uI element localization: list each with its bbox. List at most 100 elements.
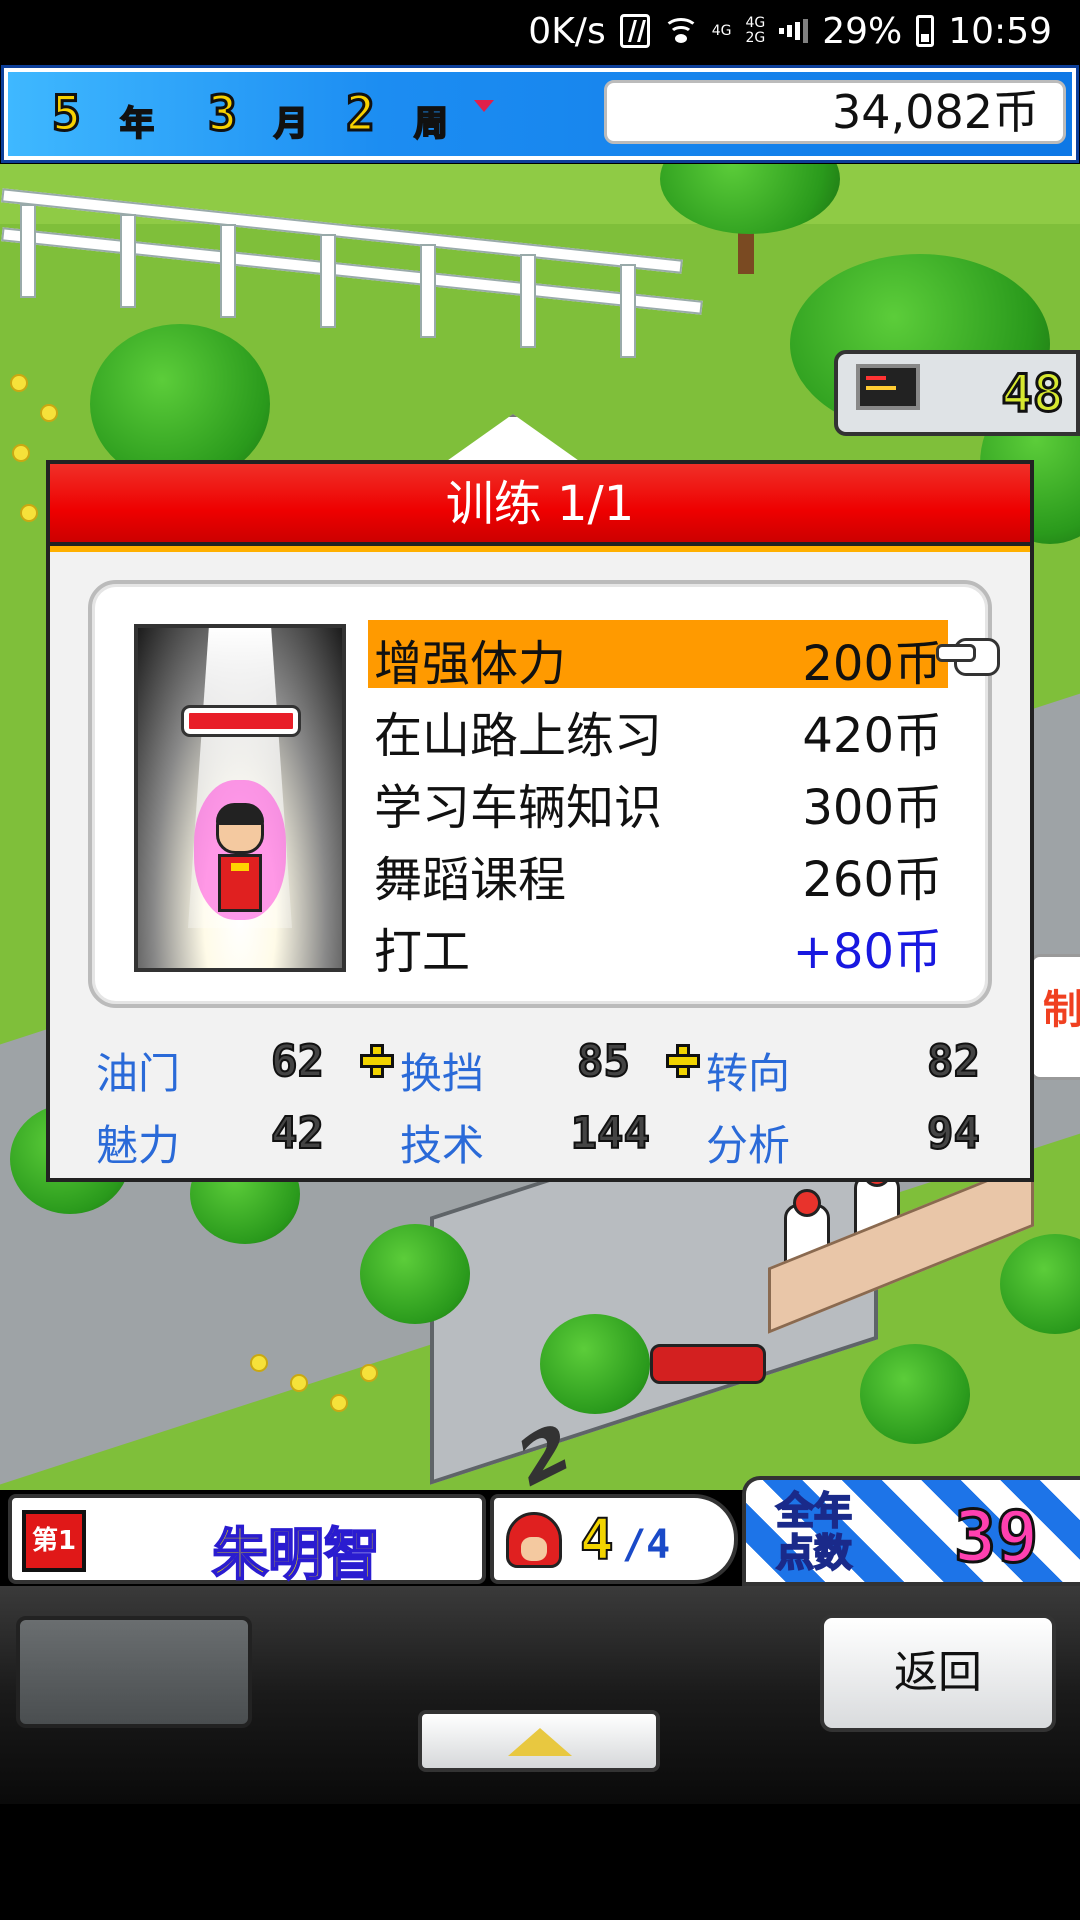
tree xyxy=(860,1344,970,1444)
fence-post xyxy=(520,254,536,348)
side-sign-char: 制 xyxy=(1043,987,1080,1033)
plus-icon xyxy=(360,1044,394,1078)
network-type: 4G xyxy=(711,22,732,39)
crew-max: /4 xyxy=(622,1522,671,1568)
clock: 10:59 xyxy=(948,10,1052,52)
training-option-cost: 260币 xyxy=(802,852,942,908)
month-unit: 月 xyxy=(273,103,309,145)
network-type-dual: 4G 2G xyxy=(745,16,765,46)
stat-label-throttle: 油门 xyxy=(96,1049,181,1098)
plus-icon xyxy=(666,1044,700,1078)
date-money-bar: 5 年 3 月 2 周 34,082币 xyxy=(4,68,1076,160)
net-speed: 0K/s xyxy=(528,10,606,52)
battery-percent: 29% xyxy=(822,10,903,52)
stat-value-throttle: 62 xyxy=(270,1035,325,1088)
crew-count: 4 xyxy=(579,1507,615,1574)
flower xyxy=(290,1374,308,1392)
heart-dropdown-icon[interactable] xyxy=(474,100,494,112)
battery-icon xyxy=(916,15,935,47)
annual-points-label-line2: 点数 xyxy=(775,1531,853,1575)
stat-label-charm: 魅力 xyxy=(96,1121,181,1170)
rank-badge: 第1 xyxy=(22,1510,86,1572)
driver-info-panel[interactable]: 第1 朱明智 xyxy=(8,1494,486,1589)
control-bar: 返回 xyxy=(0,1586,1080,1804)
network-label-1: 4G xyxy=(711,22,732,39)
flower xyxy=(10,374,28,392)
fence-post xyxy=(120,214,136,308)
week-unit: 周 xyxy=(413,103,449,145)
training-option-cost: 200币 xyxy=(802,636,942,692)
fence-post xyxy=(420,244,436,338)
pit-crew-panel[interactable]: 4 /4 xyxy=(490,1494,738,1584)
stat-value-gearshift: 85 xyxy=(576,1035,631,1088)
signal-icon xyxy=(779,18,809,44)
flower xyxy=(360,1364,378,1382)
training-menu-panel: 增强体力 200币 在山路上练习 420币 学习车辆知识 300币 舞蹈课程 2… xyxy=(88,580,1000,1008)
year-number: 5 xyxy=(51,85,83,144)
training-option-part-time-job[interactable]: 打工 +80币 xyxy=(368,908,948,980)
race-car xyxy=(650,1344,766,1384)
wifi-icon xyxy=(662,16,699,46)
training-option-dance[interactable]: 舞蹈课程 260币 xyxy=(368,836,948,908)
network-label-3: 2G xyxy=(745,30,766,46)
stat-label-steering: 转向 xyxy=(706,1049,791,1098)
training-option-cost: 300币 xyxy=(802,780,942,836)
stat-value-steering: 82 xyxy=(926,1035,981,1088)
money-display: 34,082币 xyxy=(604,80,1066,144)
training-dialog: 训练 1/1 增强体力 200币 在山路上练习 420币 学习车辆知识 300币 xyxy=(46,460,1034,1182)
driver-name: 朱明智 xyxy=(211,1522,381,1589)
research-points: 48 xyxy=(1000,363,1066,426)
driver-portrait xyxy=(134,624,346,972)
week-number: 2 xyxy=(345,85,377,144)
training-option-name: 在山路上练习 xyxy=(374,708,663,764)
empty-button-slot xyxy=(16,1616,252,1728)
stat-value-charm: 42 xyxy=(270,1107,325,1160)
side-sign: 制 xyxy=(1030,954,1080,1080)
tree xyxy=(1000,1234,1080,1334)
driver-head xyxy=(216,803,264,854)
stat-value-analysis: 94 xyxy=(926,1107,981,1160)
annual-points-label-line1: 全年 xyxy=(775,1489,853,1533)
training-option-gain: +80币 xyxy=(792,924,942,980)
expand-up-button[interactable] xyxy=(418,1710,660,1772)
tree xyxy=(540,1314,650,1414)
computer-widget[interactable]: 48 xyxy=(834,350,1080,436)
training-option-mountain-road[interactable]: 在山路上练习 420币 xyxy=(368,692,948,764)
computer-monitor-icon xyxy=(856,364,920,410)
month-number: 3 xyxy=(207,85,239,144)
chevron-up-icon xyxy=(508,1728,572,1756)
training-option-name: 舞蹈课程 xyxy=(374,852,567,908)
stat-label-analysis: 分析 xyxy=(706,1121,791,1170)
year-unit: 年 xyxy=(119,103,155,145)
status-bar: 0K/s 4G 4G 2G 29% 10:59 xyxy=(0,0,1080,62)
fence-post xyxy=(220,224,236,318)
fence-post xyxy=(20,204,36,298)
hand-pointer-icon xyxy=(936,634,1000,676)
stat-label-gearshift: 换挡 xyxy=(400,1049,485,1098)
annual-points-label: 全年 点数 xyxy=(775,1489,853,1575)
training-option-cost: 420币 xyxy=(802,708,942,764)
helmet-icon xyxy=(506,1512,562,1568)
training-option-name: 打工 xyxy=(374,924,471,980)
network-label-2: 4G xyxy=(745,15,766,31)
flower xyxy=(20,504,38,522)
driver-sprite xyxy=(194,780,286,938)
training-option-car-knowledge[interactable]: 学习车辆知识 300币 xyxy=(368,764,948,836)
dialog-title: 训练 1/1 xyxy=(50,464,1030,552)
fence-rail xyxy=(1,227,703,315)
stat-label-technique: 技术 xyxy=(400,1121,485,1170)
training-option-stamina[interactable]: 增强体力 200币 xyxy=(368,620,1000,692)
annual-points-panel: 全年 点数 39 xyxy=(742,1476,1080,1586)
stat-value-technique: 144 xyxy=(570,1107,651,1160)
flower xyxy=(40,404,58,422)
fence-post xyxy=(620,264,636,358)
back-button[interactable]: 返回 xyxy=(820,1614,1056,1732)
training-option-name: 增强体力 xyxy=(374,636,567,692)
flower xyxy=(12,444,30,462)
driver-body xyxy=(218,854,262,912)
flower xyxy=(250,1354,268,1372)
nfc-icon xyxy=(619,14,650,48)
training-option-name: 学习车辆知识 xyxy=(374,780,663,836)
tree xyxy=(360,1224,470,1324)
annual-points-value: 39 xyxy=(952,1495,1039,1580)
